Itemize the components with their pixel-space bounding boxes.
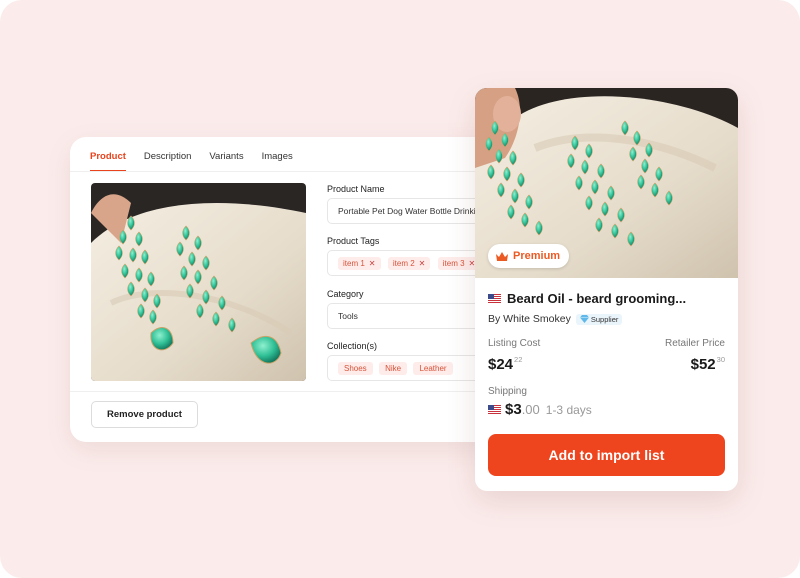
shipping-label: Shipping: [488, 386, 527, 397]
tab-product[interactable]: Product: [90, 150, 126, 172]
premium-label: Premium: [513, 250, 561, 262]
editor-tabs: Product Description Variants Images: [90, 150, 311, 172]
collection-chip[interactable]: Shoes: [338, 362, 373, 375]
retailer-price-value: $5230: [690, 355, 725, 373]
tab-images[interactable]: Images: [262, 150, 293, 172]
product-title[interactable]: Beard Oil - beard grooming...: [507, 291, 686, 306]
supplier-label: Supplier: [590, 314, 619, 324]
product-title-row: Beard Oil - beard grooming...: [488, 291, 686, 306]
shipping-days: 1-3 days: [545, 403, 592, 417]
add-to-import-list-button[interactable]: Add to import list: [488, 434, 725, 476]
tab-variants[interactable]: Variants: [209, 150, 243, 172]
remove-tag-icon[interactable]: ✕: [369, 259, 376, 268]
us-flag-icon: [488, 294, 501, 303]
diamond-icon: [579, 315, 589, 323]
product-card: Premium Beard Oil - beard grooming... By…: [475, 88, 738, 491]
crown-icon: [496, 251, 508, 261]
remove-product-button[interactable]: Remove product: [91, 401, 198, 428]
product-image: [91, 183, 306, 381]
remove-tag-icon[interactable]: ✕: [419, 259, 426, 268]
category-label: Category: [327, 289, 364, 299]
tab-description[interactable]: Description: [144, 150, 192, 172]
supplier-row: By White Smokey Supplier: [488, 313, 623, 325]
footer-divider: [70, 391, 540, 392]
retailer-price-label: Retailer Price: [664, 338, 725, 349]
collection-chip[interactable]: Nike: [379, 362, 408, 375]
tag-chip: item 2 ✕: [387, 257, 431, 270]
shipping-value: $3.00 1-3 days: [488, 401, 592, 418]
product-tags-label: Product Tags: [327, 236, 380, 246]
supplier-name[interactable]: By White Smokey: [488, 313, 571, 325]
us-flag-icon: [488, 405, 501, 414]
product-name-label: Product Name: [327, 184, 385, 194]
tag-chip: item 1 ✕: [338, 257, 381, 270]
shipping-cents: .00: [521, 402, 540, 417]
supplier-badge: Supplier: [575, 313, 623, 325]
listing-cost-label: Listing Cost: [488, 338, 541, 349]
collection-chip[interactable]: Leather: [413, 362, 453, 375]
tabs-divider: [70, 171, 540, 172]
listing-cost-value: $2422: [488, 355, 523, 373]
shipping-price: $3: [505, 401, 522, 418]
product-editor-card: Product Description Variants Images Prod…: [70, 137, 540, 442]
premium-badge: Premium: [488, 244, 570, 268]
tag-chip: item 3 ✕: [437, 257, 481, 270]
collections-label: Collection(s): [327, 341, 378, 351]
